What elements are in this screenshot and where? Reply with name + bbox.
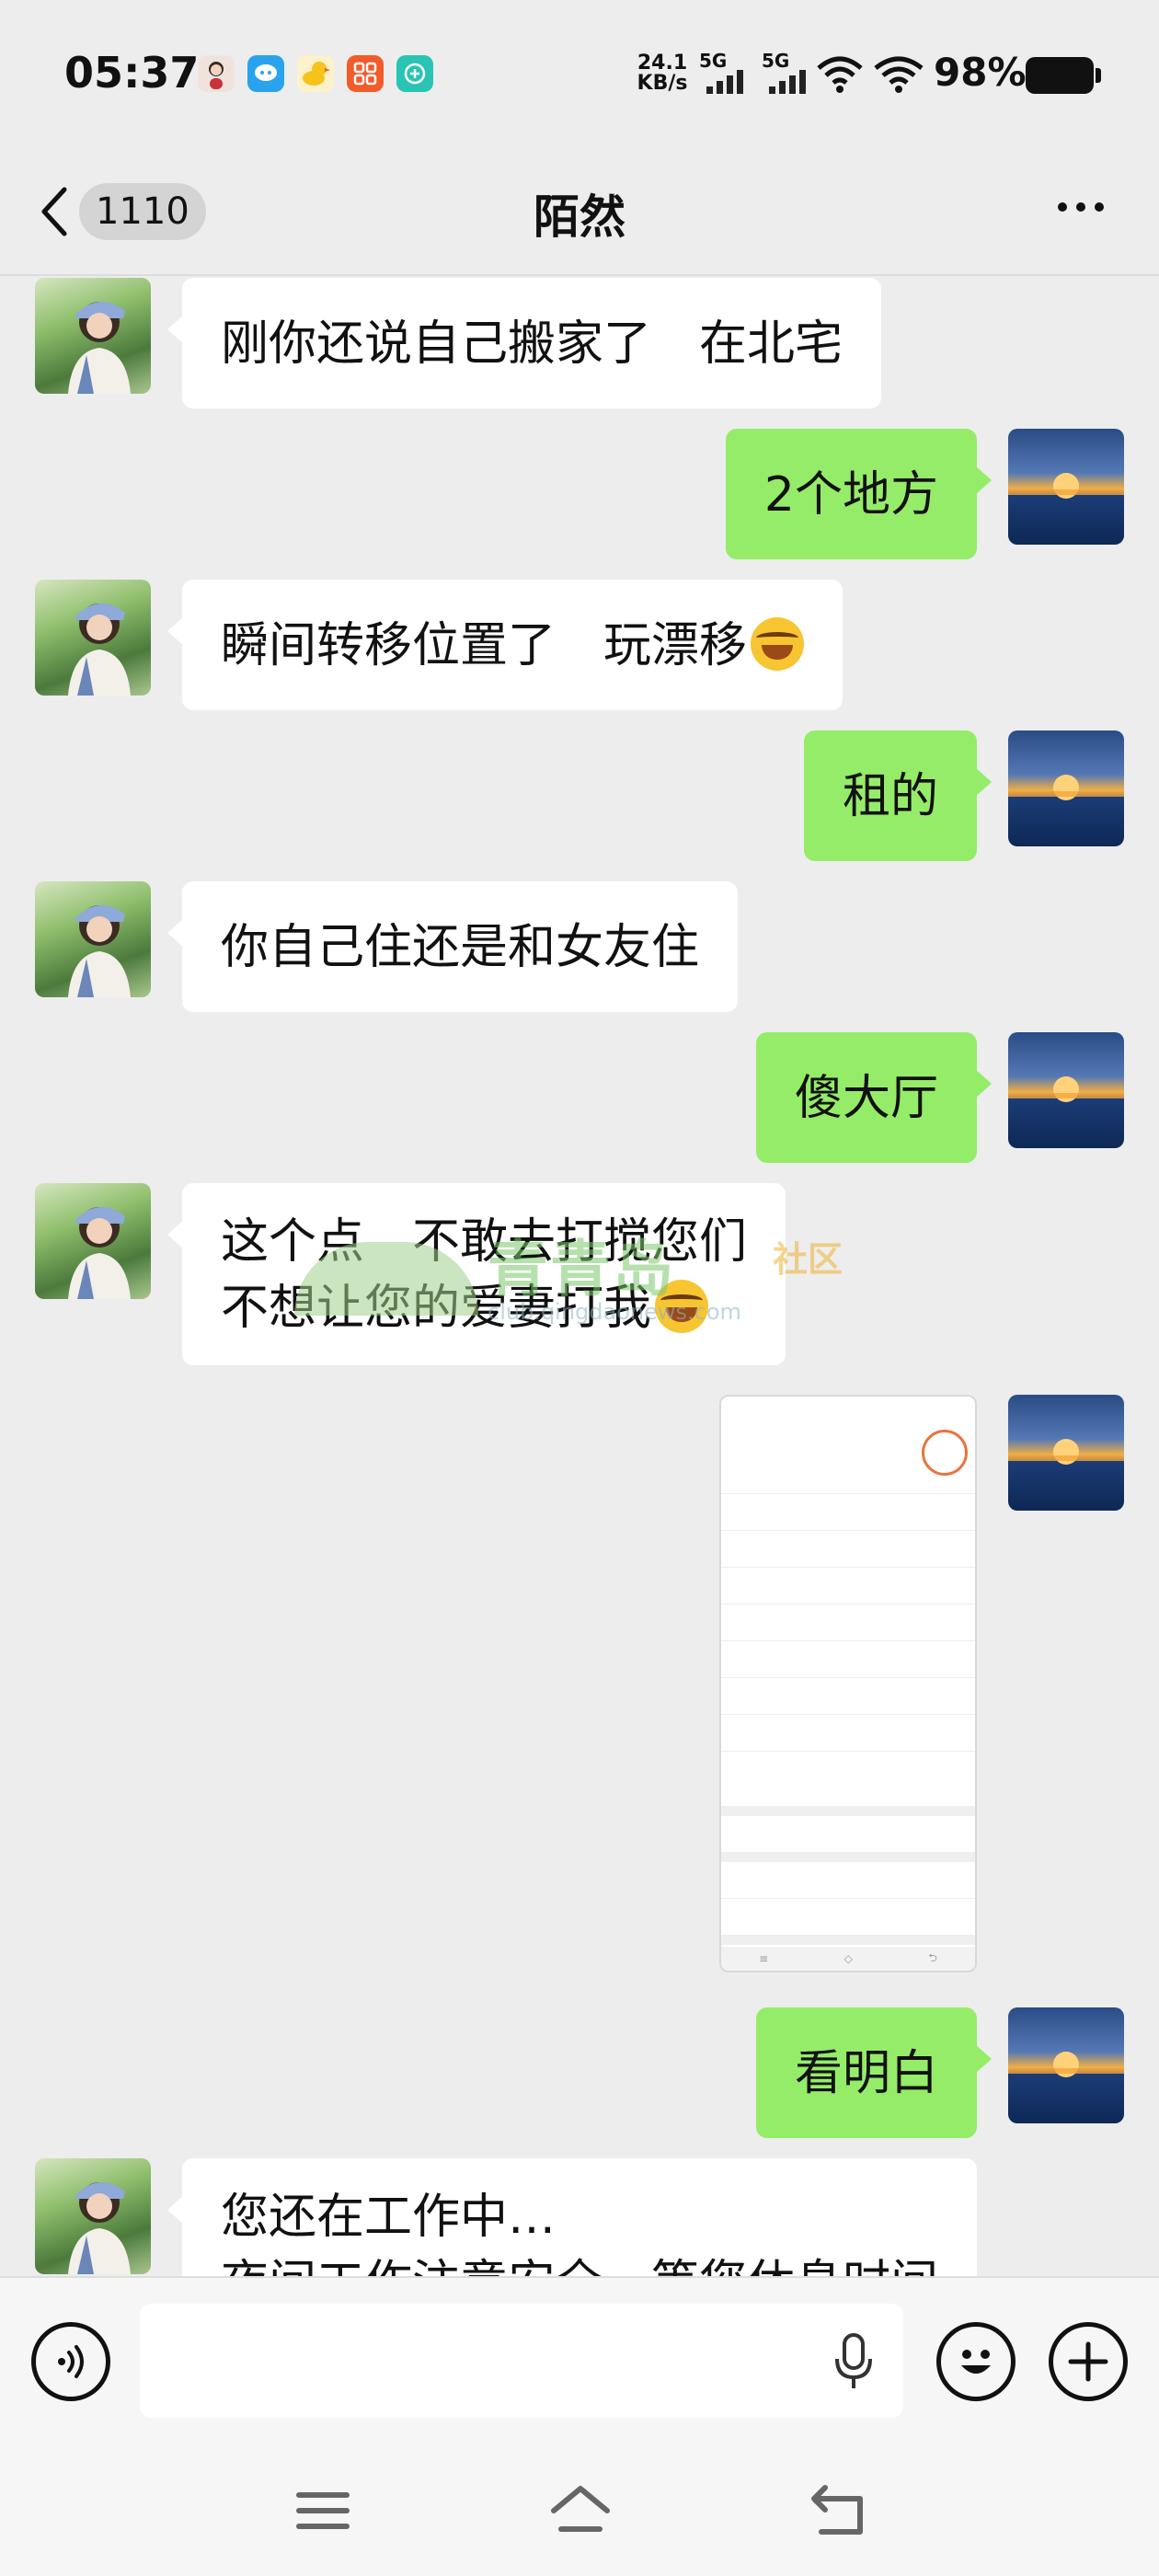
message-text: 傻大厅 — [794, 1071, 938, 1126]
image-thumbnail-row — [721, 1715, 975, 1752]
signal-2-icon: 5G — [762, 50, 819, 94]
message-bubble[interactable]: 傻大厅 — [755, 1032, 993, 1163]
dot — [1095, 202, 1104, 212]
message-bubble[interactable]: 刚你还说自己搬家了 在北宅 — [166, 278, 882, 408]
system-navigation-bar — [0, 2442, 1159, 2576]
voice-mode-button[interactable] — [31, 2322, 110, 2401]
message-list[interactable]: 刚你还说自己搬家了 在北宅 2个地方 瞬间转移位置了 玩漂移 租的 你自己住还是… — [0, 278, 1159, 2276]
message-bubble[interactable]: 2个地方 — [725, 429, 993, 559]
home-icon — [551, 2486, 610, 2532]
image-thumbnail-row — [721, 1862, 975, 1899]
message-text: 这个点 不敢去打搅您们 — [221, 1214, 748, 1270]
image-thumbnail-badge — [922, 1430, 968, 1476]
self-avatar[interactable] — [1008, 2007, 1124, 2123]
message-bubble[interactable]: 看明白 — [755, 2007, 993, 2138]
message-bubble[interactable]: 你自己住还是和女友住 — [166, 881, 739, 1012]
image-thumbnail-row — [721, 1531, 975, 1568]
image-thumbnail-gap — [721, 1936, 975, 1945]
contact-avatar[interactable] — [35, 580, 151, 696]
wifi-calling-icon — [817, 55, 863, 98]
image-thumbnail-row — [721, 1899, 975, 1936]
status-time: 05:37 — [64, 48, 200, 98]
contact-avatar[interactable] — [35, 278, 151, 394]
network-speed-unit: KB/s — [637, 72, 688, 95]
self-avatar[interactable] — [1008, 730, 1124, 846]
image-thumbnail-row — [721, 1568, 975, 1604]
message-text: 您还在工作中… — [221, 2190, 557, 2245]
message-bubble[interactable]: 您还在工作中… 夜间工作注意安全 等您休息时间 — [166, 2158, 978, 2276]
menu-button[interactable] — [291, 2478, 355, 2543]
signal-2-label: 5G — [762, 50, 790, 72]
message-bubble[interactable]: 这个点 不敢去打搅您们 不想让您的爱妻打我 — [166, 1183, 786, 1365]
image-thumbnail-row — [721, 1816, 975, 1853]
wifi-icon — [874, 55, 924, 98]
image-thumbnail-header — [721, 1417, 975, 1476]
grin-sweat-emoji-icon — [655, 1280, 709, 1333]
teal-app-notification-icon — [396, 55, 433, 92]
image-thumbnail-row — [721, 1678, 975, 1715]
dot — [1076, 202, 1085, 212]
message-text: 刚你还说自己搬家了 在北宅 — [221, 316, 843, 372]
message-bubble[interactable]: 瞬间转移位置了 玩漂移 — [166, 580, 843, 710]
microphone-button[interactable] — [833, 2333, 874, 2394]
plus-icon — [1068, 2341, 1108, 2382]
network-speed-value: 24.1 — [637, 52, 688, 75]
image-thumbnail-row — [721, 1604, 975, 1641]
microphone-icon — [835, 2333, 872, 2388]
grin-sweat-emoji-icon — [751, 617, 805, 671]
contact-avatar[interactable] — [35, 881, 151, 997]
contact-avatar[interactable] — [35, 2158, 151, 2274]
message-text: 租的 — [842, 769, 938, 824]
signal-1-icon: 5G — [699, 50, 756, 94]
chat-header: 1110 陌然 — [0, 147, 1159, 276]
image-thumbnail-gap — [721, 1853, 975, 1862]
message-text: 2个地方 — [763, 467, 938, 523]
self-avatar[interactable] — [1008, 429, 1124, 545]
input-bar — [0, 2276, 1159, 2442]
emoji-icon — [961, 2350, 991, 2374]
dot — [1058, 202, 1067, 212]
more-actions-button[interactable] — [1049, 2322, 1128, 2401]
image-thumbnail-nav: ≡ ◇ ⮌ — [721, 1947, 975, 1971]
message-text: 瞬间转移位置了 玩漂移 — [221, 618, 748, 673]
home-button[interactable] — [548, 2478, 613, 2543]
self-avatar[interactable] — [1008, 1032, 1124, 1148]
status-bar: 05:37 24.1 KB/s 5G 5G 98% — [0, 0, 1159, 147]
message-bubble[interactable]: 租的 — [803, 730, 993, 861]
chat-app-notification-icon — [247, 55, 284, 92]
message-text: 夜间工作注意安全 等您休息时间 — [221, 2250, 938, 2276]
battery-percent: 98% — [934, 50, 1027, 95]
image-thumbnail-row — [721, 1641, 975, 1678]
duck-app-notification-icon — [297, 55, 334, 92]
battery-icon — [1026, 57, 1101, 94]
signal-1-label: 5G — [699, 50, 728, 72]
message-text: 你自己住还是和女友住 — [221, 920, 700, 975]
contact-avatar[interactable] — [35, 1183, 151, 1299]
avatar-notification-icon — [198, 55, 235, 92]
image-thumbnail-status — [721, 1397, 975, 1417]
message-input[interactable] — [140, 2304, 903, 2418]
message-text: 不想让您的爱妻打我 — [221, 1281, 652, 1336]
more-options-button[interactable] — [1058, 202, 1104, 212]
grid-app-notification-icon — [347, 55, 384, 92]
menu-icon — [296, 2492, 350, 2529]
self-avatar[interactable] — [1008, 1395, 1124, 1511]
message-text: 看明白 — [794, 2046, 938, 2101]
image-thumbnail-row — [721, 1752, 975, 1807]
network-speed: 24.1 KB/s — [635, 53, 690, 94]
back-icon — [811, 2485, 863, 2535]
image-message[interactable]: ≡ ◇ ⮌ — [719, 1395, 977, 1972]
voice-mode-icon — [58, 2345, 84, 2378]
chat-title: 陌然 — [534, 190, 625, 244]
back-nav-button[interactable] — [806, 2478, 870, 2543]
image-thumbnail-row — [721, 1494, 975, 1531]
notification-icons — [198, 55, 433, 92]
emoji-button[interactable] — [936, 2322, 1016, 2401]
image-thumbnail-gap — [721, 1807, 975, 1816]
